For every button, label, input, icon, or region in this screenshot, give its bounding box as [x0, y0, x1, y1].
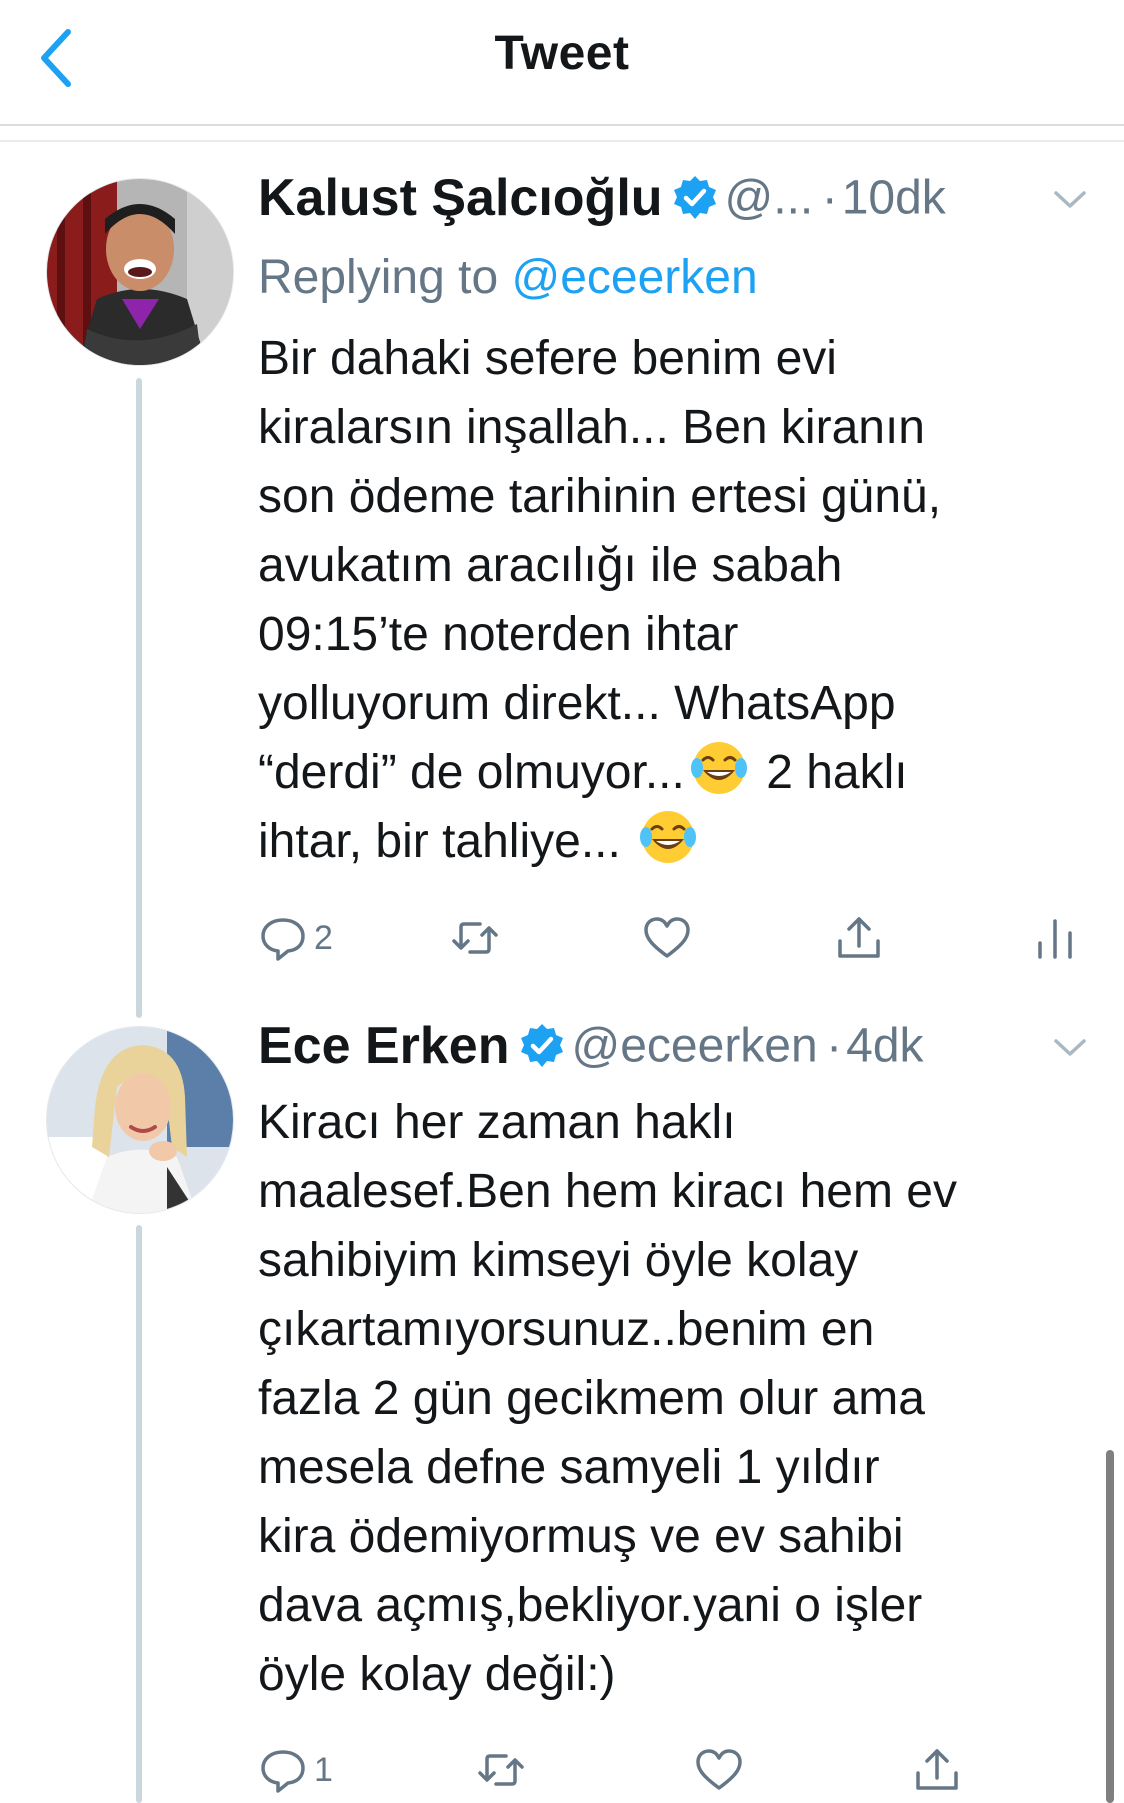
tweet-text-line: ihtar, bir tahliye... — [258, 807, 1088, 876]
thread-line — [136, 1225, 142, 1803]
tweet-text-line: 09:15’te noterden ihtar — [258, 608, 739, 661]
tweet-text-line: fazla 2 gün gecikmem olur ama — [258, 1372, 925, 1425]
tweet-text-line: çıkartamıyorsunuz..benim en — [258, 1303, 875, 1356]
tweet-text-line: mesela defne samyeli 1 yıldır — [258, 1441, 880, 1494]
verified-badge-icon — [671, 174, 719, 222]
like-button[interactable] — [642, 908, 692, 968]
chevron-down-icon[interactable] — [1052, 184, 1088, 214]
tweet-text-line: kiralarsın inşallah... Ben kiranın — [258, 401, 925, 454]
mention-link[interactable]: @eceerken — [511, 251, 757, 304]
reply-count: 1 — [314, 1750, 333, 1789]
thread-line — [136, 378, 142, 1018]
chevron-down-icon[interactable] — [1052, 1032, 1088, 1062]
retweet-button[interactable] — [476, 1740, 526, 1800]
tweet-text-line: maalesef.Ben hem kiracı hem ev — [258, 1165, 957, 1218]
author-handle[interactable]: @eceerken — [572, 1020, 818, 1073]
tweet-text-segment: “derdi” de olmuyor... — [258, 746, 685, 799]
share-button[interactable] — [834, 908, 884, 968]
tweet-header: Kalust Şalcıoğlu @... ·10dk — [258, 168, 1088, 238]
retweet-icon — [478, 1754, 524, 1786]
avatar[interactable] — [46, 178, 234, 366]
page-title: Tweet — [494, 27, 630, 80]
tweet-text-segment: 2 haklı — [766, 746, 908, 799]
reply-icon — [261, 918, 305, 961]
retweet-button[interactable] — [450, 908, 500, 968]
share-icon — [838, 917, 880, 958]
tweet-text-line: “derdi” de olmuyor... 2 haklı — [258, 738, 1088, 807]
analytics-icon — [1038, 919, 1072, 959]
share-button[interactable] — [912, 1740, 962, 1800]
tweet-actions: 1 — [258, 1740, 1088, 1800]
divider — [0, 140, 1124, 142]
tweet[interactable]: Ece Erken @eceerken ·4dk Kiracı her zama… — [258, 1016, 1088, 1793]
reply-icon — [261, 1750, 305, 1793]
face-with-tears-of-joy-icon — [689, 738, 749, 798]
tweet[interactable]: Kalust Şalcıoğlu @... ·10dk Replying to … — [258, 168, 1088, 961]
tweet-text-line: kira ödemiyormuş ve ev sahibi — [258, 1510, 904, 1563]
tweet-text-line: Kiracı her zaman haklı — [258, 1096, 736, 1149]
verified-badge-icon — [518, 1022, 566, 1070]
reply-count: 2 — [314, 918, 333, 957]
face-with-tears-of-joy-icon — [638, 807, 698, 867]
author-handle[interactable]: @... — [725, 172, 814, 225]
retweet-icon — [452, 922, 498, 954]
author-name[interactable]: Kalust Şalcıoğlu — [258, 169, 663, 227]
tweet-text-line: son ödeme tarihinin ertesi günü, — [258, 470, 942, 523]
heart-icon — [644, 917, 690, 958]
share-icon — [916, 1749, 958, 1790]
like-button[interactable] — [694, 1740, 744, 1800]
tweet-text-segment: ihtar, bir tahliye... — [258, 815, 621, 868]
scrollbar[interactable] — [1106, 1450, 1114, 1803]
top-nav-bar: Tweet — [0, 0, 1124, 126]
tweet-text-line: avukatım aracılığı ile sabah — [258, 539, 843, 592]
tweet-time: 4dk — [846, 1019, 924, 1073]
tweet-text-line: dava açmış,bekliyor.yani o işler — [258, 1579, 923, 1632]
reply-button[interactable]: 2 — [258, 908, 333, 968]
heart-icon — [696, 1749, 742, 1790]
separator-dot: · — [821, 171, 838, 225]
tweet-header: Ece Erken @eceerken ·4dk — [258, 1016, 1088, 1086]
separator-dot: · — [826, 1019, 843, 1073]
tweet-text: Kiracı her zaman haklı maalesef.Ben hem … — [258, 1088, 1088, 1709]
tweet-time: 10dk — [841, 171, 946, 225]
tweet-actions: 2 — [258, 908, 1088, 968]
tweet-text: Bir dahaki sefere benim evi kiralarsın i… — [258, 324, 1088, 876]
tweet-text-line: öyle kolay değil:) — [258, 1648, 616, 1701]
replying-label: Replying to — [258, 251, 499, 304]
tweet-text-line: sahibiyim kimseyi öyle kolay — [258, 1234, 859, 1287]
replying-to: Replying to @eceerken — [258, 248, 1088, 308]
reply-button[interactable]: 1 — [258, 1740, 333, 1800]
analytics-button[interactable] — [1030, 908, 1080, 968]
avatar[interactable] — [46, 1026, 234, 1214]
tweet-text-line: Bir dahaki sefere benim evi — [258, 332, 837, 385]
tweet-text-line: yolluyorum direkt... WhatsApp — [258, 677, 896, 730]
author-name[interactable]: Ece Erken — [258, 1017, 510, 1075]
